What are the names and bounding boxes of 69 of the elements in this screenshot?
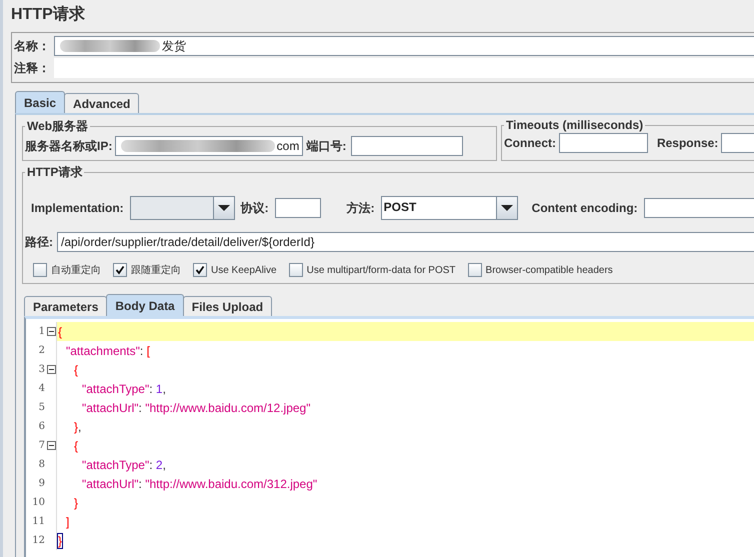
- code-editor[interactable]: 1 { 2 "attachments": [ 3 { 4 "attachType": 1, 5 "attachUrl": "http://www.baidu.com/12.jpeg" 6 }, 7 { 8 "attachType": 2, 9 "attachUrl": "http://www.baidu.com/312.jpeg" 10 } 11 ] 12 }: [24, 316, 754, 557]
- checkbox-label: 跟随重定向: [131, 264, 181, 277]
- code-line: "attachUrl": "http://www.baidu.com/12.jpeg": [81, 400, 310, 414]
- code-line: }: [73, 496, 78, 510]
- port-field[interactable]: [351, 136, 464, 156]
- name-field[interactable]: 发货: [54, 36, 754, 56]
- line-number: 1: [38, 326, 45, 337]
- code-line: {: [73, 362, 78, 376]
- protocol-label: 协议:: [240, 200, 269, 216]
- comment-label: 注释：: [14, 60, 50, 76]
- method-label: 方法:: [346, 200, 375, 216]
- line-number: 3: [38, 364, 45, 375]
- fold-icon[interactable]: [46, 365, 56, 374]
- path-field[interactable]: /api/order/supplier/trade/detail/deliver/${orderId}: [57, 232, 754, 252]
- path-label: 路径:: [25, 234, 53, 250]
- response-field[interactable]: [721, 133, 754, 153]
- connect-label: Connect:: [504, 136, 556, 150]
- server-label: 服务器名称或IP:: [25, 138, 112, 154]
- code-line: {: [57, 324, 62, 338]
- checkbox[interactable]: [468, 263, 482, 277]
- line-number: 4: [38, 383, 45, 394]
- checkbox-label: 自动重定向: [51, 264, 101, 277]
- line-number: 6: [38, 421, 45, 432]
- code-line: "attachType": 1,: [81, 382, 166, 396]
- connect-field[interactable]: [559, 133, 648, 153]
- caret-icon: [218, 205, 230, 211]
- protocol-field[interactable]: [274, 198, 321, 218]
- code-line: "attachUrl": "http://www.baidu.com/312.jpeg": [81, 476, 318, 490]
- checkbox-label: Browser-compatible headers: [486, 264, 613, 276]
- tab[interactable]: Files Upload: [182, 296, 272, 316]
- group-title: Timeouts (milliseconds): [505, 118, 644, 132]
- checkbox[interactable]: [33, 263, 47, 277]
- checkbox[interactable]: [193, 263, 207, 277]
- line-number: 9: [38, 478, 45, 489]
- line-number: 11: [32, 516, 45, 527]
- checkbox-label: Use multipart/form-data for POST: [306, 264, 456, 276]
- line-number: 5: [38, 402, 45, 413]
- group-title: Web服务器: [26, 118, 90, 135]
- group-title: HTTP请求: [26, 164, 84, 181]
- checkbox[interactable]: [288, 263, 303, 277]
- encoding-label: Content encoding:: [532, 201, 638, 215]
- line-number: 7: [38, 440, 45, 451]
- fold-icon[interactable]: [46, 441, 56, 450]
- line-number: 12: [32, 535, 45, 546]
- line-number: 10: [32, 497, 45, 508]
- tab[interactable]: Parameters: [24, 296, 108, 316]
- code-line: {: [73, 438, 78, 452]
- tab[interactable]: Advanced: [64, 93, 140, 113]
- caret-icon: [500, 205, 513, 211]
- fold-icon[interactable]: [46, 327, 56, 336]
- panel-title: HTTP请求: [10, 4, 86, 25]
- encoding-field[interactable]: [644, 198, 754, 218]
- port-label: 端口号:: [306, 138, 346, 154]
- code-line: "attachType": 2,: [81, 458, 166, 472]
- response-label: Response:: [656, 136, 718, 150]
- checkbox[interactable]: [113, 263, 127, 277]
- code-line: "attachments": [: [65, 344, 150, 358]
- method-dropdown[interactable]: POST: [380, 196, 518, 220]
- code-line: },: [73, 420, 82, 434]
- checkbox-label: Use KeepAlive: [211, 264, 277, 276]
- code-line: ]: [65, 514, 70, 528]
- server-field[interactable]: com: [115, 136, 304, 156]
- line-number: 8: [38, 459, 45, 470]
- line-number: 2: [38, 345, 45, 356]
- tab[interactable]: Body Data: [106, 294, 184, 316]
- tab[interactable]: Basic: [15, 91, 66, 113]
- code-line: }: [57, 534, 62, 548]
- implementation-label: Implementation:: [31, 201, 124, 215]
- name-label: 名称：: [14, 38, 50, 54]
